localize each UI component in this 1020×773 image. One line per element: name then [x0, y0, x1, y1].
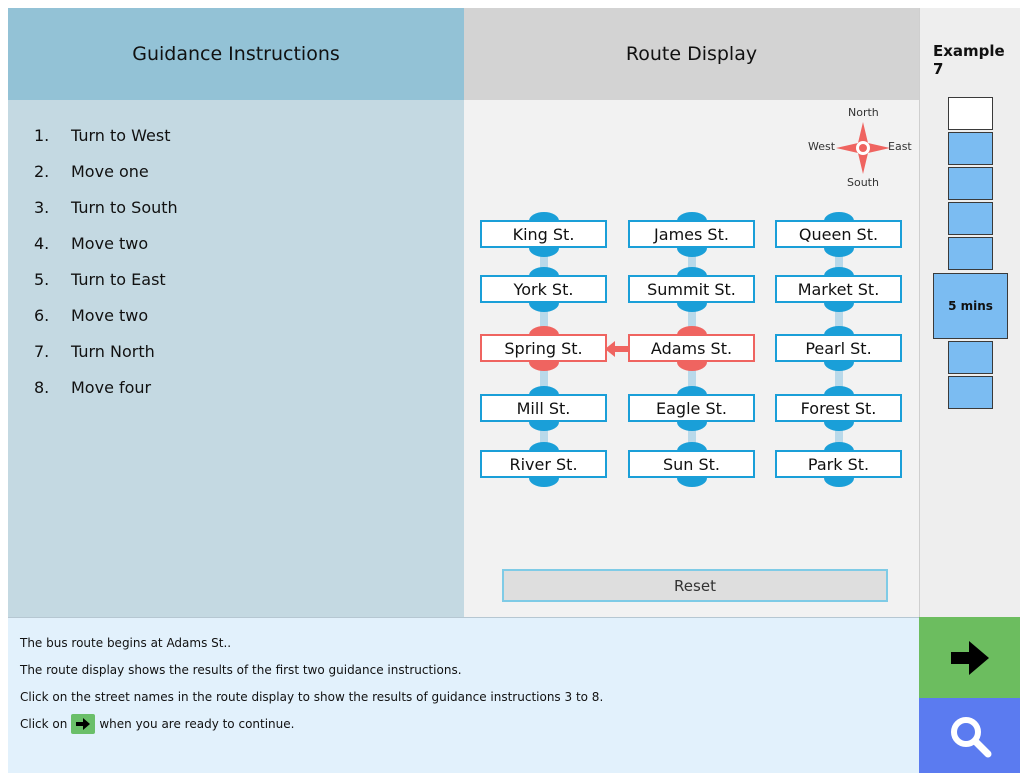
- footer-line-3: Click on the street names in the route d…: [20, 690, 604, 704]
- compass-icon: North West East South: [800, 104, 920, 194]
- guidance-item-number: 6.: [34, 306, 50, 325]
- street-button[interactable]: Pearl St.: [775, 334, 902, 362]
- guidance-item: 3. Turn to South: [34, 198, 178, 234]
- street-button[interactable]: River St.: [480, 450, 607, 478]
- guidance-item-text: Turn North: [71, 342, 155, 361]
- guidance-item: 4. Move two: [34, 234, 178, 270]
- street-button[interactable]: James St.: [628, 220, 755, 248]
- reset-label: Reset: [674, 576, 716, 595]
- guidance-item: 6. Move two: [34, 306, 178, 342]
- progress-box-current: 5 mins: [933, 273, 1008, 339]
- guidance-item: 5. Turn to East: [34, 270, 178, 306]
- guidance-item-number: 2.: [34, 162, 50, 181]
- street-button[interactable]: Park St.: [775, 450, 902, 478]
- footer-line-1: The bus route begins at Adams St..: [20, 636, 232, 650]
- guidance-item-text: Move four: [71, 378, 152, 397]
- street-button[interactable]: Spring St.: [480, 334, 607, 362]
- guidance-item-number: 4.: [34, 234, 50, 253]
- progress-box: [948, 376, 993, 409]
- street-button[interactable]: Summit St.: [628, 275, 755, 303]
- footer-line-4: Click on when you are ready to continue.: [20, 714, 295, 734]
- guidance-item-number: 5.: [34, 270, 50, 289]
- instructions-footer: The bus route begins at Adams St.. The r…: [8, 617, 919, 773]
- street-button[interactable]: Sun St.: [628, 450, 755, 478]
- next-button[interactable]: [919, 617, 1020, 698]
- guidance-item-number: 8.: [34, 378, 50, 397]
- street-button[interactable]: Mill St.: [480, 394, 607, 422]
- guidance-item-text: Move two: [71, 234, 149, 253]
- progress-box: [948, 132, 993, 165]
- progress-box: [948, 202, 993, 235]
- guidance-item-text: Move two: [71, 306, 149, 325]
- progress-box: [948, 341, 993, 374]
- footer-line-2: The route display shows the results of t…: [20, 663, 462, 677]
- guidance-item-number: 7.: [34, 342, 50, 361]
- street-button[interactable]: York St.: [480, 275, 607, 303]
- guidance-item-number: 3.: [34, 198, 50, 217]
- arrow-left-icon: [605, 341, 630, 357]
- street-button[interactable]: Queen St.: [775, 220, 902, 248]
- guidance-item: 7. Turn North: [34, 342, 178, 378]
- arrow-right-icon: [71, 714, 96, 734]
- street-button[interactable]: Adams St.: [628, 334, 755, 362]
- guidance-item-text: Turn to East: [71, 270, 166, 289]
- street-button[interactable]: King St.: [480, 220, 607, 248]
- compass-north-label: North: [848, 106, 879, 119]
- progress-box: [948, 237, 993, 270]
- compass-west-label: West: [808, 140, 836, 153]
- guidance-list: 1. Turn to West 2. Move one 3. Turn to South 4…: [34, 126, 178, 414]
- zoom-button[interactable]: [919, 698, 1020, 773]
- guidance-item: 8. Move four: [34, 378, 178, 414]
- footer-line-4-before: Click on: [20, 717, 68, 731]
- guidance-item-text: Turn to West: [71, 126, 171, 145]
- guidance-item-text: Turn to South: [71, 198, 178, 217]
- guidance-panel: 1. Turn to West 2. Move one 3. Turn to South 4…: [8, 100, 464, 617]
- timer-label: 5 mins: [948, 299, 993, 313]
- street-button[interactable]: Market St.: [775, 275, 902, 303]
- guidance-item-text: Move one: [71, 162, 149, 181]
- guidance-item: 1. Turn to West: [34, 126, 178, 162]
- guidance-title: Guidance Instructions: [132, 43, 340, 65]
- arrow-right-icon: [950, 640, 989, 675]
- guidance-item-number: 1.: [34, 126, 50, 145]
- example-title: Example 7: [933, 42, 1005, 78]
- compass-star-icon: [836, 122, 890, 174]
- search-icon: [950, 716, 991, 757]
- guidance-item: 2. Move one: [34, 162, 178, 198]
- street-button[interactable]: Forest St.: [775, 394, 902, 422]
- reset-button[interactable]: Reset: [502, 569, 888, 602]
- route-title: Route Display: [625, 43, 758, 65]
- street-button[interactable]: Eagle St.: [628, 394, 755, 422]
- compass-south-label: South: [847, 176, 879, 189]
- footer-line-4-after: when you are ready to continue.: [99, 717, 295, 731]
- route-header: Route Display: [464, 8, 919, 100]
- guidance-header: Guidance Instructions: [8, 8, 464, 100]
- progress-box: [948, 167, 993, 200]
- progress-box: [948, 97, 993, 130]
